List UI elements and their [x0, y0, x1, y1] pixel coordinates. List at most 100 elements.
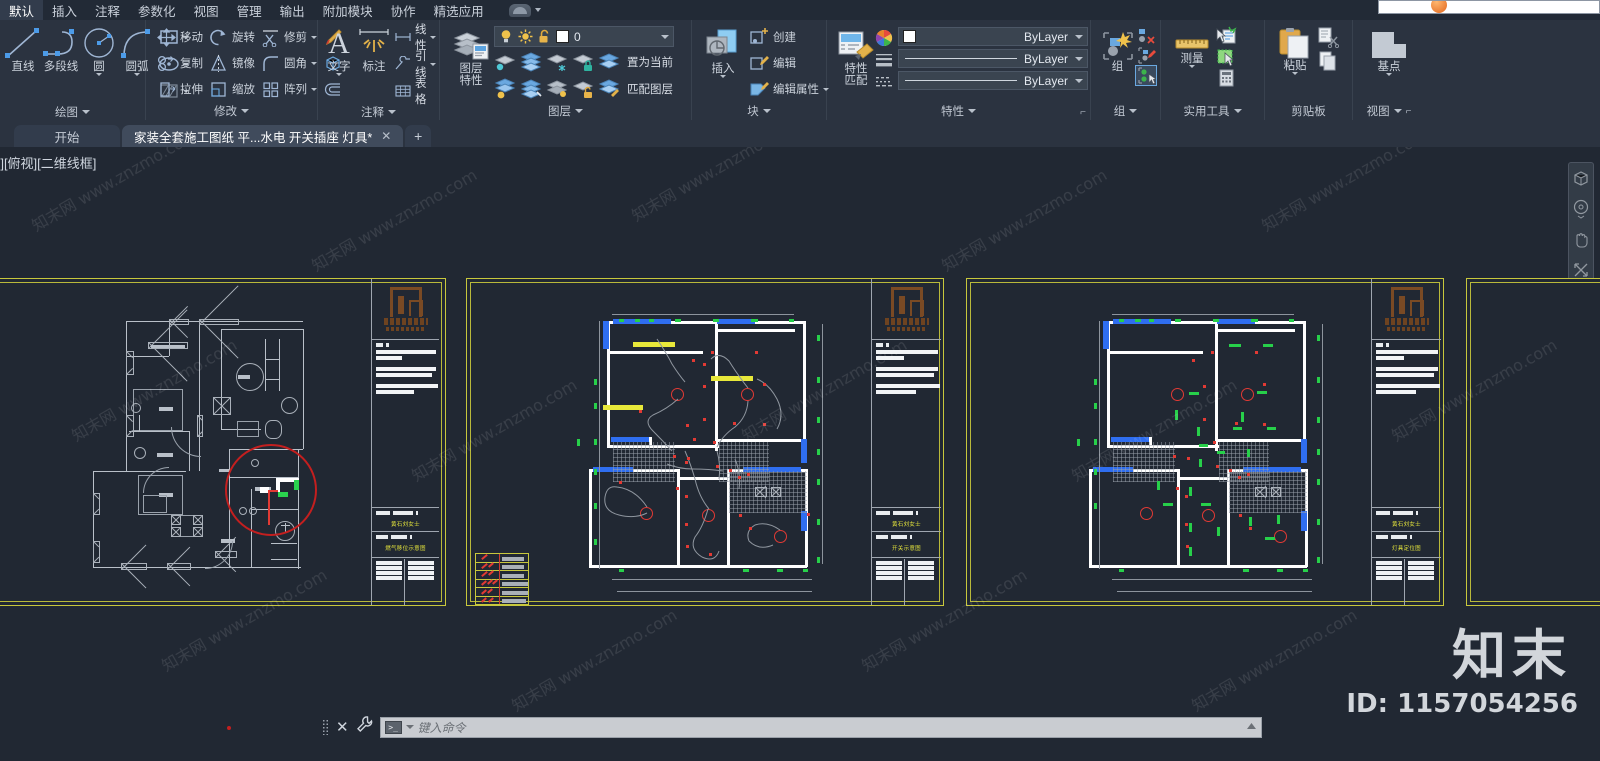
chevron-down-icon[interactable]	[336, 73, 342, 76]
lineweight-icon[interactable]	[875, 51, 893, 69]
chevron-down-icon[interactable]	[241, 109, 249, 113]
edit-block-button[interactable]: 编辑	[746, 50, 832, 76]
cut-icon[interactable]	[1317, 26, 1339, 48]
new-drawing-button[interactable]: +	[405, 125, 432, 147]
customize-icon[interactable]	[356, 716, 373, 738]
layer-unisolate-icon[interactable]	[494, 78, 517, 99]
ribbon-tab-view[interactable]: 视图	[185, 0, 228, 20]
layer-selector[interactable]: 0	[494, 26, 674, 47]
panel-title-layer[interactable]: 图层	[444, 102, 687, 120]
layer-make-current-icon[interactable]	[598, 51, 621, 72]
line-button[interactable]: 直线	[4, 24, 42, 73]
chevron-down-icon[interactable]	[1292, 72, 1298, 75]
create-block-button[interactable]: 创建	[746, 24, 832, 50]
chevron-down-icon[interactable]	[762, 109, 771, 113]
match-layer-label[interactable]: 匹配图层	[627, 81, 673, 97]
layer-freeze-icon[interactable]	[546, 51, 569, 72]
ribbon-tab-annotate[interactable]: 注释	[86, 0, 129, 20]
layer-lock-icon[interactable]	[572, 51, 595, 72]
chevron-down-icon[interactable]	[1075, 34, 1083, 39]
panel-title-clipboard[interactable]: 剪贴板	[1269, 102, 1348, 120]
chevron-down-icon[interactable]	[429, 62, 436, 66]
layer-thaw-icon[interactable]	[546, 78, 569, 99]
cloud-storage-button[interactable]	[508, 3, 541, 17]
ungroup-icon[interactable]	[1136, 26, 1156, 45]
drawing-tab-active[interactable]: 家装全套施工图纸 平...水电 开关插座 灯具* ✕	[122, 125, 404, 147]
chevron-down-icon[interactable]	[1129, 109, 1138, 113]
panel-title-view[interactable]: 视图 ⌐	[1357, 102, 1421, 120]
copy-clip-icon[interactable]	[1317, 50, 1339, 72]
steering-wheel-icon[interactable]	[1572, 199, 1590, 224]
chevron-down-icon[interactable]	[134, 73, 140, 76]
match-properties-button[interactable]: 特性 匹配	[837, 24, 875, 87]
drawing-sheet-switch[interactable]: 黄石刘女士 开关示意图	[466, 278, 944, 606]
select-similar-icon[interactable]	[1215, 47, 1237, 67]
insert-block-button[interactable]: 插入	[702, 24, 744, 78]
linetype-selector[interactable]: ByLayer	[898, 71, 1088, 90]
panel-dialog-launcher[interactable]: ⌐	[1406, 106, 1412, 117]
chevron-down-icon[interactable]	[429, 35, 436, 39]
layer-isolate-icon[interactable]	[494, 51, 517, 72]
polyline-button[interactable]: 多段线	[42, 24, 80, 73]
chevron-down-icon[interactable]	[82, 110, 90, 114]
chevron-down-icon[interactable]	[1189, 65, 1195, 68]
linear-dimension-button[interactable]: 线性	[394, 24, 436, 52]
fillet-button[interactable]: 圆角	[258, 50, 320, 76]
quick-select-icon[interactable]	[1215, 26, 1237, 46]
move-button[interactable]: 移动	[154, 24, 206, 50]
text-button[interactable]: A 文字	[322, 24, 356, 76]
chevron-down-icon[interactable]	[1233, 109, 1242, 113]
layer-unlock-icon[interactable]	[572, 78, 595, 99]
viewcube-icon[interactable]	[1572, 169, 1590, 192]
rotate-button[interactable]: 旋转	[206, 24, 258, 50]
drawing-sheet-partial[interactable]	[1466, 278, 1600, 606]
chevron-down-icon[interactable]	[388, 110, 396, 114]
chevron-down-icon[interactable]	[96, 73, 102, 76]
trim-button[interactable]: 修剪	[258, 24, 320, 50]
drawing-sheet-lighting[interactable]: 黄石刘女士 灯具定位图	[966, 278, 1444, 606]
ribbon-tab-addins[interactable]: 附加模块	[314, 0, 382, 20]
linetype-icon[interactable]	[875, 73, 893, 91]
ribbon-tab-output[interactable]: 输出	[271, 0, 314, 20]
dimension-button[interactable]: 标注	[356, 24, 392, 73]
lineweight-selector[interactable]: ByLayer	[898, 49, 1088, 68]
calculator-icon[interactable]	[1215, 68, 1237, 88]
panel-title-group[interactable]: 组	[1095, 102, 1156, 120]
command-line-drag-handle[interactable]	[322, 719, 329, 735]
leader-button[interactable]: 引线	[394, 51, 436, 79]
drawing-canvas[interactable]: -][俯视][二维线框] 黄石刘女士 燃气移位示意图 黄石刘女士 开关示意图 黄…	[0, 147, 1600, 761]
drawing-sheet-gas[interactable]: 黄石刘女士 燃气移位示意图	[0, 278, 446, 730]
panel-title-modify[interactable]: 修改	[150, 102, 313, 120]
table-button[interactable]: 表格	[394, 78, 436, 106]
ribbon-tab-insert[interactable]: 插入	[43, 0, 86, 20]
scale-button[interactable]: 缩放	[206, 76, 258, 102]
object-color-selector[interactable]: ByLayer	[898, 27, 1088, 46]
measure-button[interactable]: 测量	[1169, 24, 1215, 68]
base-point-button[interactable]: 基点	[1365, 24, 1413, 76]
copy-button[interactable]: 复制	[154, 50, 206, 76]
layer-on-icon[interactable]	[520, 78, 543, 99]
chevron-down-icon[interactable]	[311, 61, 317, 65]
chevron-down-icon[interactable]	[575, 109, 583, 113]
panel-dialog-launcher[interactable]: ⌐	[1080, 107, 1086, 118]
panel-title-block[interactable]: 块	[696, 102, 822, 120]
chevron-down-icon[interactable]	[1386, 73, 1392, 76]
ribbon-tab-default[interactable]: 默认	[0, 0, 44, 20]
close-icon[interactable]: ✕	[336, 720, 349, 735]
panel-title-utilities[interactable]: 实用工具	[1165, 102, 1260, 120]
layer-properties-button[interactable]: 图层 特性	[448, 24, 494, 87]
edit-attribute-button[interactable]: 编辑属性	[746, 76, 832, 102]
ribbon-tab-collaborate[interactable]: 协作	[382, 0, 425, 20]
layer-off-icon[interactable]	[520, 51, 543, 72]
layer-match-icon[interactable]	[598, 78, 621, 99]
command-history-icon[interactable]	[1246, 720, 1257, 734]
ribbon-tab-parametric[interactable]: 参数化	[129, 0, 185, 20]
group-edit-icon[interactable]	[1136, 46, 1156, 65]
drawing-tab-start[interactable]: 开始	[14, 125, 120, 147]
ribbon-tab-manage[interactable]: 管理	[228, 0, 271, 20]
make-current-label[interactable]: 置为当前	[627, 54, 673, 70]
chevron-down-icon[interactable]	[311, 35, 317, 39]
panel-title-draw[interactable]: 绘图	[4, 104, 141, 120]
command-input[interactable]: >_ 键入命令	[379, 716, 1262, 738]
stretch-button[interactable]: 拉伸	[154, 76, 206, 102]
